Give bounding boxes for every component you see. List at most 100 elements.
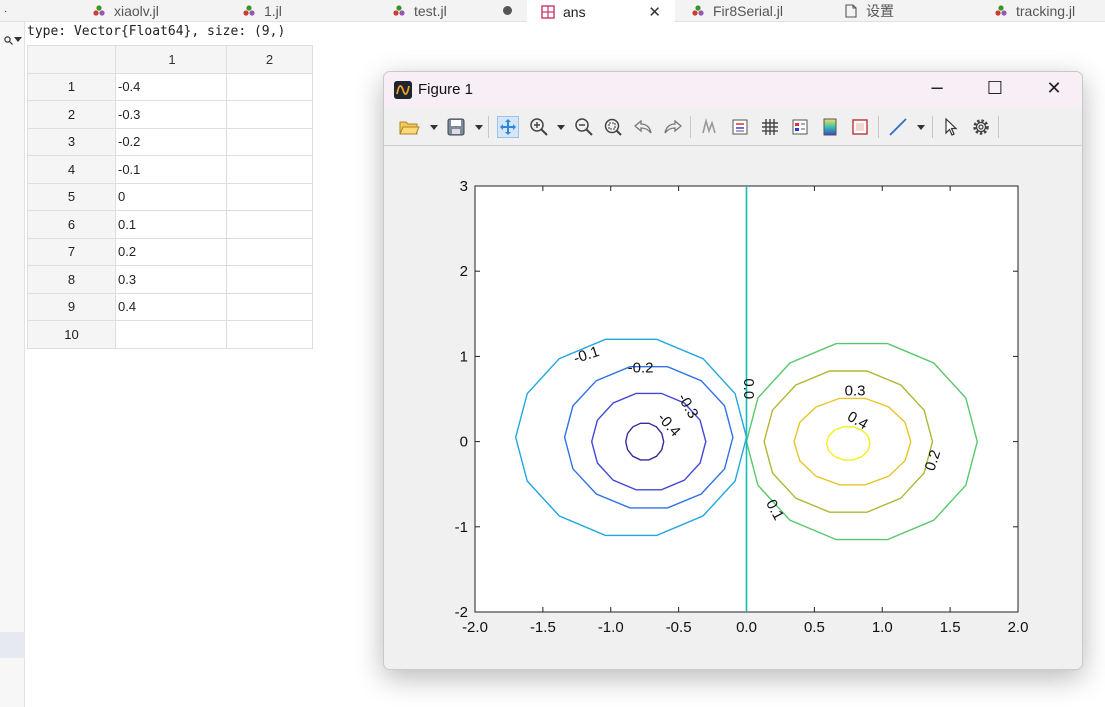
figure-window: Figure 1 − ☐ ✕ -2.0 -1.5 -1.0 -0.5 0.0 0.5 1.0	[383, 71, 1083, 670]
settings-icon[interactable]	[970, 116, 992, 138]
cell-value[interactable]	[226, 127, 313, 156]
datacursor-icon[interactable]	[699, 116, 721, 138]
chevron-down-icon	[13, 37, 22, 42]
save-icon[interactable]	[445, 116, 467, 138]
figure-toolbar	[384, 108, 1082, 146]
pan-icon[interactable]	[497, 116, 519, 138]
row-index: 7	[27, 237, 116, 266]
y-tick-label: 3	[460, 178, 468, 195]
selected-strip-item[interactable]	[0, 632, 25, 658]
close-button[interactable]: ✕	[1040, 78, 1068, 102]
zoom-dropdown-caret[interactable]	[557, 125, 565, 130]
cell-value[interactable]: 0.2	[115, 237, 227, 266]
line-dropdown-caret[interactable]	[917, 125, 925, 130]
table-row[interactable]: 10	[27, 320, 313, 349]
cell-value[interactable]: 0.3	[115, 265, 227, 294]
table-row[interactable]: 50	[27, 182, 313, 211]
pointer-icon[interactable]	[940, 116, 962, 138]
box-icon[interactable]	[849, 116, 871, 138]
zoom-out-icon[interactable]	[573, 116, 595, 138]
table-row[interactable]: 6 0.1	[27, 210, 313, 239]
cell-value[interactable]: -0.2	[115, 127, 227, 156]
x-tick-label: 1.0	[872, 619, 893, 636]
cell-value[interactable]	[226, 265, 313, 294]
tab-test[interactable]: test.jl	[392, 0, 522, 22]
tab-xiaolv[interactable]: xiaolv.jl	[92, 0, 232, 22]
close-tab-icon[interactable]: ✕	[648, 3, 661, 21]
redo-icon[interactable]	[662, 116, 684, 138]
filter-dropdown[interactable]	[0, 30, 25, 50]
cell-value[interactable]: -0.4	[115, 72, 227, 101]
table-row[interactable]: 7 0.2	[27, 237, 313, 266]
window-titlebar[interactable]: Figure 1 − ☐ ✕	[384, 72, 1082, 108]
figure-app-icon	[394, 81, 412, 99]
tab-label: test.jl	[414, 3, 447, 19]
row-index: 3	[27, 127, 116, 156]
tab-label: ans	[563, 3, 586, 20]
save-dropdown-caret[interactable]	[475, 125, 483, 130]
colormap-icon[interactable]	[819, 116, 841, 138]
line-icon[interactable]	[887, 116, 909, 138]
window-title: Figure 1	[418, 81, 474, 98]
cell-value[interactable]: 0	[115, 182, 227, 211]
table-row[interactable]: 9 0.4	[27, 292, 313, 321]
cell-value[interactable]	[226, 155, 313, 184]
grid-icon[interactable]	[759, 116, 781, 138]
zoom-reset-icon[interactable]	[602, 116, 624, 138]
open-icon[interactable]	[398, 116, 420, 138]
julia-file-icon	[692, 5, 704, 16]
x-tick-label: 0.5	[804, 619, 825, 636]
contour-label: -0.2	[628, 359, 654, 376]
unsaved-dot-icon[interactable]	[503, 6, 512, 15]
cell-value[interactable]: -0.1	[115, 155, 227, 184]
y-tick-label: 2	[460, 263, 468, 280]
minimize-button[interactable]: −	[923, 78, 951, 102]
cell-value[interactable]: 0.4	[115, 292, 227, 321]
column-header[interactable]: 2	[226, 45, 313, 74]
cell-value[interactable]	[226, 100, 313, 129]
variable-type-info: type: Vector{Float64}, size: (9,)	[27, 24, 286, 39]
undo-icon[interactable]	[632, 116, 654, 138]
cell-value[interactable]	[226, 72, 313, 101]
tab-tracking[interactable]: tracking.jl	[994, 0, 1105, 22]
tab-label: tracking.jl	[1016, 3, 1076, 19]
contour-axes[interactable]: -2.0 -1.5 -1.0 -0.5 0.0 0.5 1.0 1.5 2.0 3 2 1 0 -1 -2 -…	[384, 147, 1082, 670]
zoom-in-icon[interactable]	[528, 116, 550, 138]
column-header[interactable]: 1	[115, 45, 227, 74]
y-tick-label: -1	[455, 519, 468, 536]
table-row[interactable]: 2 -0.3	[27, 100, 313, 129]
tab-ans[interactable]: ans ✕	[527, 0, 675, 23]
row-index: 1	[27, 72, 116, 101]
table-icon	[541, 4, 555, 19]
tab-1jl[interactable]: 1.jl	[242, 0, 372, 22]
table-row[interactable]: 3 -0.2	[27, 127, 313, 156]
x-tick-label: 1.5	[940, 619, 961, 636]
colorbar-icon[interactable]	[789, 116, 811, 138]
plot-area: -2.0 -1.5 -1.0 -0.5 0.0 0.5 1.0 1.5 2.0 3 2 1 0 -1 -2 -…	[384, 147, 1082, 670]
x-tick-label: -1.0	[598, 619, 624, 636]
table-row[interactable]: 4 -0.1	[27, 155, 313, 184]
cell-value[interactable]: 0.1	[115, 210, 227, 239]
maximize-button[interactable]: ☐	[981, 78, 1009, 102]
table-row[interactable]: 1 -0.4	[27, 72, 313, 101]
open-dropdown-caret[interactable]	[430, 125, 438, 130]
row-index: 4	[27, 155, 116, 184]
cell-value[interactable]	[226, 182, 313, 211]
julia-file-icon	[93, 5, 105, 16]
row-index: 9	[27, 292, 116, 321]
table-row[interactable]: 8 0.3	[27, 265, 313, 294]
cell-value[interactable]	[115, 320, 227, 349]
cell-value[interactable]	[226, 320, 313, 349]
julia-file-icon	[393, 5, 405, 16]
tab-label: 1.jl	[264, 3, 282, 19]
editor-tab-bar: · xiaolv.jl 1.jl test.jl ans ✕ Fir8Seria…	[0, 0, 1105, 23]
cell-value[interactable]	[226, 237, 313, 266]
legend-icon[interactable]	[729, 116, 751, 138]
cell-value[interactable]	[226, 292, 313, 321]
cell-value[interactable]	[226, 210, 313, 239]
tab-settings[interactable]: 设置	[844, 0, 974, 22]
cell-value[interactable]: -0.3	[115, 100, 227, 129]
row-index: 6	[27, 210, 116, 239]
tab-fir8serial[interactable]: Fir8Serial.jl	[691, 0, 831, 22]
table-header-row: 1 2	[27, 45, 313, 74]
